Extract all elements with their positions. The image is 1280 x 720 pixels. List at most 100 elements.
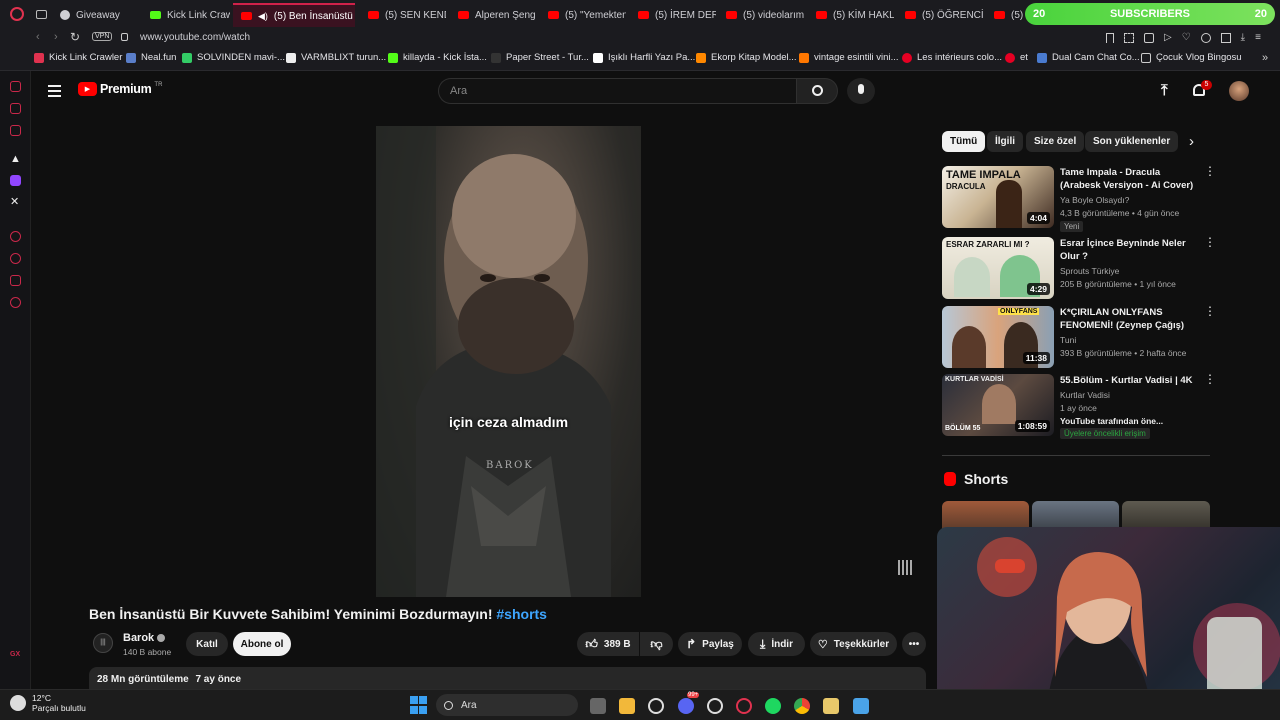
search-input[interactable]: Ara: [438, 78, 796, 104]
bookmarks-overflow-icon[interactable]: »: [1262, 52, 1268, 64]
voice-search-button[interactable]: [847, 78, 875, 104]
video-title[interactable]: Tame Impala - Dracula (Arabesk Versiyon …: [1060, 166, 1198, 192]
bookmark-item[interactable]: Çocuk Vlog Bingosu: [1141, 52, 1242, 63]
search-button[interactable]: [796, 78, 838, 104]
tab-youtube[interactable]: Alperen Şengu: [450, 3, 536, 27]
weather-widget[interactable]: 12°C Parçalı bulutlu: [10, 693, 86, 713]
notes-icon[interactable]: [823, 698, 839, 714]
bookmark-item[interactable]: Ekorp Kitap Model...: [696, 52, 797, 63]
chip-related[interactable]: İlgili: [987, 131, 1023, 152]
more-vert-icon[interactable]: ⋮: [1204, 305, 1216, 317]
tab-youtube[interactable]: (5) KİM HAKLI: [808, 3, 894, 27]
tab-youtube[interactable]: (5) İREM DERİC: [630, 3, 716, 27]
chrome-icon[interactable]: [794, 698, 810, 714]
video-thumbnail[interactable]: TAME IMPALA DRACULA 4:04: [942, 166, 1054, 228]
x-icon[interactable]: ✕: [10, 195, 19, 208]
video-title[interactable]: 55.Bölüm - Kurtlar Vadisi | 4K: [1060, 374, 1198, 387]
chip-recently-uploaded[interactable]: Son yüklenenler: [1085, 131, 1179, 152]
file-explorer-icon[interactable]: [619, 698, 635, 714]
video-title[interactable]: Esrar İçince Beyninde Neler Olur ?: [1060, 237, 1198, 263]
speaker-icon[interactable]: ◀): [258, 11, 268, 22]
tab-kick-link-crawler[interactable]: Kick Link Crawl: [142, 3, 230, 27]
bookmark-item[interactable]: Dual Cam Chat Co...: [1037, 52, 1140, 63]
tabs-icon[interactable]: [1220, 32, 1231, 43]
video-title[interactable]: K*ÇIRILAN ONLYFANS FENOMENİ! (Zeynep Çağ…: [1060, 306, 1198, 332]
start-button[interactable]: [410, 696, 428, 714]
tab-youtube[interactable]: (5) E: [986, 3, 1026, 27]
bookmark-item[interactable]: VARMBLIXT turun...: [286, 52, 386, 63]
spotify-icon[interactable]: [765, 698, 781, 714]
recommendation-item[interactable]: ONLYFANS 11:38 K*ÇIRILAN ONLYFANS FENOME…: [942, 305, 1216, 368]
tab-menu-icon[interactable]: [36, 10, 47, 19]
vpn-badge[interactable]: VPN: [92, 32, 113, 41]
task-view-icon[interactable]: [590, 698, 606, 714]
bookmark-item[interactable]: vintage esintili vini...: [799, 52, 898, 63]
share-button[interactable]: ↱ Paylaş: [678, 632, 742, 656]
video-thumbnail[interactable]: ESRAR ZARARLI MI ? 4:29: [942, 237, 1054, 299]
more-actions-button[interactable]: •••: [902, 632, 926, 656]
settings-icon[interactable]: ≡: [1255, 32, 1261, 43]
back-arrow-icon[interactable]: ‹: [36, 31, 40, 43]
video-thumbnail[interactable]: ONLYFANS 11:38: [942, 306, 1054, 368]
settings-sidebar-icon[interactable]: [10, 297, 21, 308]
channel-name[interactable]: Kurtlar Vadisi: [1060, 390, 1110, 400]
more-vert-icon[interactable]: ⋮: [1204, 165, 1216, 177]
video-thumbnail[interactable]: KURTLAR VADİSİ BÖLÜM 55 1:08:59: [942, 374, 1054, 436]
channel-branding-icon[interactable]: [898, 560, 913, 575]
notifications-button[interactable]: 5: [1193, 80, 1212, 98]
player-icon[interactable]: ▷: [1164, 32, 1172, 43]
bookmark-item[interactable]: Işıklı Harfli Yazı Pa...: [593, 52, 695, 63]
heart-sidebar-icon[interactable]: [10, 275, 21, 286]
aria-icon[interactable]: [10, 81, 21, 92]
tab-youtube[interactable]: (5) ÖĞRENCİ E: [897, 3, 983, 27]
avatar[interactable]: [1229, 81, 1249, 101]
taskbar-search[interactable]: Ara: [436, 694, 578, 716]
recommendation-item[interactable]: TAME IMPALA DRACULA 4:04 Tame Impala - D…: [942, 165, 1216, 232]
channel-name[interactable]: Sprouts Türkiye: [1060, 266, 1119, 276]
chevron-right-icon[interactable]: ›: [1189, 133, 1194, 150]
channel-avatar[interactable]: |||: [93, 633, 113, 653]
twitch-icon[interactable]: [10, 175, 21, 186]
pin-icon[interactable]: [1106, 32, 1114, 43]
tab-giveaway[interactable]: Giveaway: [52, 3, 140, 27]
bookmark-item[interactable]: et: [1005, 52, 1028, 63]
bookmark-item[interactable]: Les intérieurs colo...: [902, 52, 1002, 63]
pocket-icon[interactable]: [1144, 32, 1154, 43]
heart-icon[interactable]: ♡: [1182, 32, 1191, 43]
video-player[interactable]: [376, 126, 641, 597]
steam-icon[interactable]: [707, 698, 723, 714]
obs-icon[interactable]: [648, 698, 664, 714]
description-box[interactable]: 28 Mn görüntüleme 7 ay önce: [89, 667, 926, 691]
chip-all[interactable]: Tümü: [942, 131, 986, 152]
upload-icon[interactable]: ⤒: [1161, 82, 1168, 99]
dislike-button[interactable]: 👎︎: [640, 632, 673, 656]
youtube-premium-logo[interactable]: ▶ Premium TR: [78, 82, 162, 96]
download-icon[interactable]: ⤓: [1241, 32, 1245, 43]
forward-arrow-icon[interactable]: ›: [54, 31, 58, 43]
instagram-icon[interactable]: [10, 125, 21, 136]
bookmark-item[interactable]: Kick Link Crawler: [34, 52, 122, 63]
discord-taskbar-item[interactable]: 99+: [678, 692, 700, 714]
app-icon[interactable]: [853, 698, 869, 714]
messenger-icon[interactable]: [10, 103, 21, 114]
tab-youtube[interactable]: (5) videolarımı: [718, 3, 804, 27]
tab-youtube[interactable]: (5) SEN KENDİ: [360, 3, 446, 27]
hamburger-menu-icon[interactable]: [48, 85, 61, 97]
recommendation-item[interactable]: ESRAR ZARARLI MI ? 4:29 Esrar İçince Bey…: [942, 236, 1216, 299]
join-button[interactable]: Katıl: [186, 632, 228, 656]
player-sidebar-icon[interactable]: [10, 231, 21, 242]
gx-icon[interactable]: GX: [10, 651, 20, 658]
channel-name[interactable]: Barok: [123, 632, 166, 644]
bookmark-item[interactable]: killayda - Kick İsta...: [388, 52, 487, 63]
channel-name[interactable]: Tuni: [1060, 335, 1076, 345]
url-field[interactable]: www.youtube.com/watch: [140, 32, 250, 43]
tab-active-video[interactable]: ◀) (5) Ben İnsanüstü Bir: [233, 3, 355, 27]
download-button[interactable]: ⤓ İndir: [748, 632, 805, 656]
channel-name[interactable]: Ya Boyle Olsaydı?: [1060, 195, 1129, 205]
tab-youtube[interactable]: (5) "Yemekten: [540, 3, 626, 27]
snapshot-icon[interactable]: [1124, 32, 1134, 43]
history-icon[interactable]: [10, 253, 21, 264]
subscribe-button[interactable]: Abone ol: [233, 632, 291, 656]
lock-icon[interactable]: [121, 33, 128, 41]
extensions-icon[interactable]: [1200, 32, 1211, 43]
